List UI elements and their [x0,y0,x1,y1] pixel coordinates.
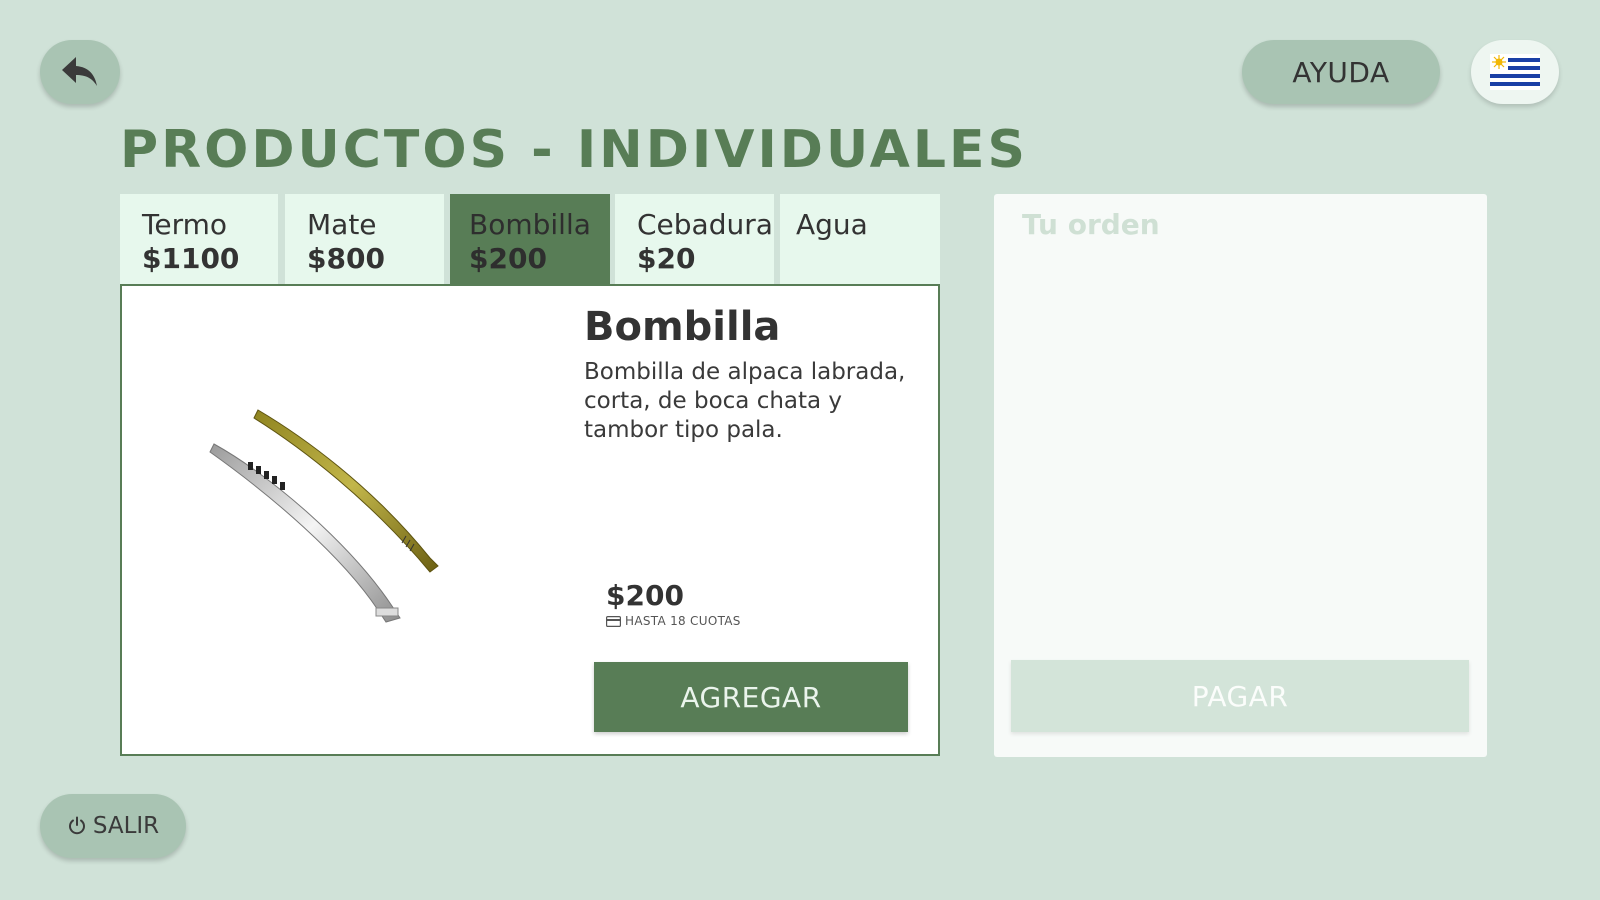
tab-name: Mate [307,208,377,241]
product-price: $200 [606,579,684,612]
exit-button[interactable]: SALIR [40,794,186,858]
pay-label: PAGAR [1191,679,1289,713]
product-detail-panel: Bombilla Bombilla de alpaca labrada, cor… [120,284,940,756]
uruguay-flag-icon [1490,54,1540,90]
tab-name: Agua [796,208,868,241]
tab-name: Bombilla [469,208,591,241]
tab-bombilla[interactable]: Bombilla $200 [450,194,610,284]
add-label: AGREGAR [680,680,822,714]
pay-button[interactable]: PAGAR [1011,660,1469,732]
reply-arrow-icon [62,57,97,86]
help-button[interactable]: AYUDA [1242,40,1440,104]
exit-label: SALIR [92,813,160,839]
installments-note: HASTA 18 CUOTAS [606,614,741,628]
tab-termo[interactable]: Termo $1100 [120,194,278,284]
tab-price: $800 [307,242,385,275]
language-button[interactable] [1471,40,1559,104]
back-button[interactable] [40,40,120,104]
tab-price: $1100 [142,242,240,275]
help-label: AYUDA [1292,55,1390,89]
tab-agua[interactable]: Agua [780,194,940,284]
product-name: Bombilla [584,304,781,350]
tab-name: Termo [142,208,227,241]
tab-mate[interactable]: Mate $800 [285,194,444,284]
order-title: Tu orden [1022,208,1160,241]
page-title: PRODUCTOS - INDIVIDUALES [120,120,1028,180]
product-description: Bombilla de alpaca labrada, corta, de bo… [584,359,906,443]
installments-label: HASTA 18 CUOTAS [625,614,741,628]
power-icon [68,816,85,835]
add-to-order-button[interactable]: AGREGAR [594,662,908,732]
tab-price: $200 [469,242,547,275]
tab-cebadura[interactable]: Cebadura $20 [615,194,774,284]
tab-name: Cebadura [637,208,773,241]
credit-card-icon [606,615,621,627]
product-image [209,409,439,623]
tab-price: $20 [637,242,696,275]
order-panel: Tu orden PAGAR [994,194,1487,757]
